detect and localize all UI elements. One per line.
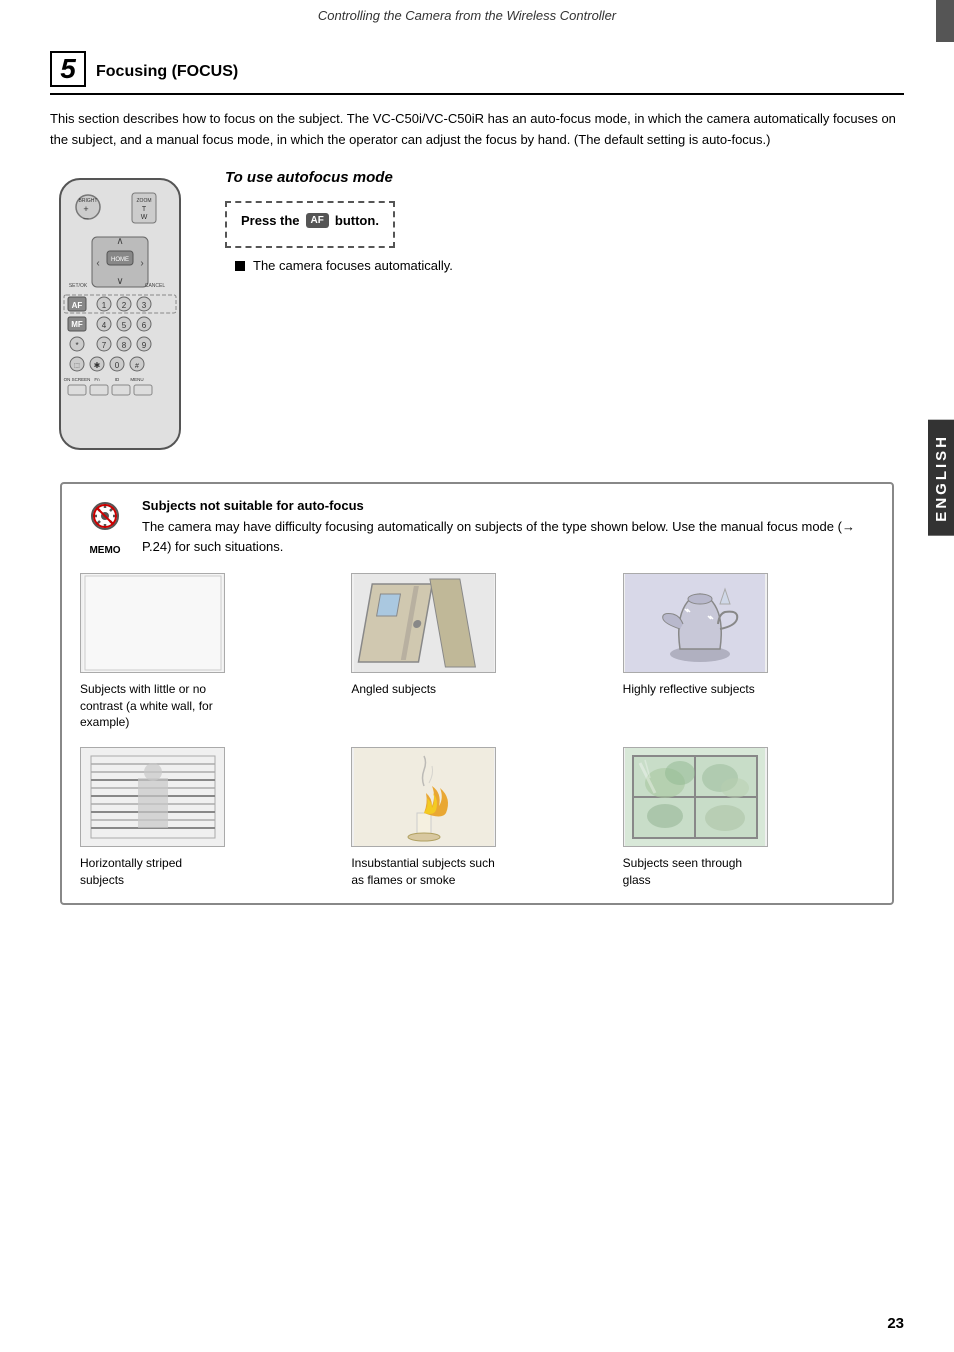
subject-label-1: Subjects with little or no contrast (a w… <box>80 681 225 731</box>
svg-text:Fn: Fn <box>94 377 100 382</box>
svg-text:4: 4 <box>102 321 107 330</box>
svg-text:8: 8 <box>122 341 127 350</box>
subject-label-2: Angled subjects <box>351 681 436 698</box>
svg-text:2: 2 <box>122 301 127 310</box>
svg-text:5: 5 <box>122 321 127 330</box>
header-title: Controlling the Camera from the Wireless… <box>0 8 934 23</box>
press-instruction-box: Press the AF button. <box>225 201 395 248</box>
section-number: 5 <box>50 51 86 87</box>
press-instruction: Press the AF button. <box>241 213 379 228</box>
svg-text:HOME: HOME <box>111 257 129 263</box>
svg-text:‹: ‹ <box>96 258 99 269</box>
svg-text:7: 7 <box>102 341 107 350</box>
svg-text:⬚: ⬚ <box>74 363 80 369</box>
svg-text:ON SCREEN: ON SCREEN <box>64 377 91 382</box>
svg-text:SET/OK: SET/OK <box>69 283 88 289</box>
main-content: 5 Focusing (FOCUS) This section describe… <box>0 31 954 935</box>
memo-heading: Subjects not suitable for auto-focus <box>142 498 874 513</box>
svg-text:ID: ID <box>115 377 120 382</box>
subject-image-4 <box>80 747 225 847</box>
page-header: Controlling the Camera from the Wireless… <box>0 0 954 31</box>
autofocus-title: To use autofocus mode <box>225 169 904 186</box>
svg-text:CANCEL: CANCEL <box>145 283 166 289</box>
subject-item-6: Subjects seen through glass <box>623 747 874 889</box>
page-number: 23 <box>887 1315 904 1332</box>
svg-text:T: T <box>142 206 147 213</box>
subject-item-5: Insubstantial subjects such as flames or… <box>351 747 602 889</box>
memo-box: MEMO Subjects not suitable for auto-focu… <box>60 482 894 905</box>
subject-image-3 <box>623 573 768 673</box>
subject-item-2: Angled subjects <box>351 573 602 731</box>
memo-icon-container: MEMO <box>80 498 130 556</box>
subject-image-5 <box>351 747 496 847</box>
subject-label-3: Highly reflective subjects <box>623 681 755 698</box>
af-button-icon: AF <box>306 213 329 228</box>
press-suffix: button. <box>335 213 379 228</box>
svg-text:*: * <box>75 341 78 350</box>
focus-layout: BRIGHT + – ZOOM T W HOME ‹ › ∧ ∨ SET/O <box>50 169 904 462</box>
svg-text:W: W <box>141 214 148 221</box>
autofocus-note-text: The camera focuses automatically. <box>253 258 453 273</box>
subject-label-5: Insubstantial subjects such as flames or… <box>351 855 496 889</box>
section-title: Focusing (FOCUS) <box>96 56 238 82</box>
svg-text:6: 6 <box>142 321 147 330</box>
subject-image-6 <box>623 747 768 847</box>
language-sidebar: ENGLISH <box>928 420 954 536</box>
memo-content: Subjects not suitable for auto-focus The… <box>142 498 874 557</box>
subject-image-1 <box>80 573 225 673</box>
svg-text:ZOOM: ZOOM <box>137 198 152 204</box>
remote-control: BRIGHT + – ZOOM T W HOME ‹ › ∧ ∨ SET/O <box>50 169 205 462</box>
bullet-icon <box>235 261 245 271</box>
svg-text:0: 0 <box>115 361 120 370</box>
subject-label-4: Horizontally striped subjects <box>80 855 225 889</box>
svg-text:›: › <box>140 258 143 269</box>
subject-image-2 <box>351 573 496 673</box>
subject-item-4: Horizontally striped subjects <box>80 747 331 889</box>
memo-text: The camera may have difficulty focusing … <box>142 517 874 557</box>
svg-text:✱: ✱ <box>94 361 101 370</box>
svg-text:#: # <box>135 363 139 370</box>
svg-text:–: – <box>83 213 88 223</box>
autofocus-note: The camera focuses automatically. <box>225 258 904 273</box>
svg-text:1: 1 <box>102 301 107 310</box>
section-heading: 5 Focusing (FOCUS) <box>50 51 904 95</box>
subjects-grid: Subjects with little or no contrast (a w… <box>80 573 874 889</box>
subject-item-1: Subjects with little or no contrast (a w… <box>80 573 331 731</box>
memo-label: MEMO <box>80 545 130 556</box>
autofocus-instructions: To use autofocus mode Press the AF butto… <box>225 169 904 462</box>
memo-header: MEMO Subjects not suitable for auto-focu… <box>80 498 874 557</box>
memo-icon-svg <box>84 498 126 540</box>
svg-text:∧: ∧ <box>116 236 123 247</box>
press-label: Press the <box>241 213 300 228</box>
svg-text:3: 3 <box>142 301 147 310</box>
svg-text:9: 9 <box>142 341 147 350</box>
svg-text:∨: ∨ <box>116 276 123 287</box>
subject-label-6: Subjects seen through glass <box>623 855 768 889</box>
remote-svg: BRIGHT + – ZOOM T W HOME ‹ › ∧ ∨ SET/O <box>50 169 190 459</box>
svg-text:MENU: MENU <box>130 377 143 382</box>
subject-item-3: Highly reflective subjects <box>623 573 874 731</box>
svg-text:AF: AF <box>72 301 83 310</box>
svg-text:MF: MF <box>71 320 83 329</box>
header-accent <box>936 0 954 42</box>
intro-text: This section describes how to focus on t… <box>50 109 904 151</box>
